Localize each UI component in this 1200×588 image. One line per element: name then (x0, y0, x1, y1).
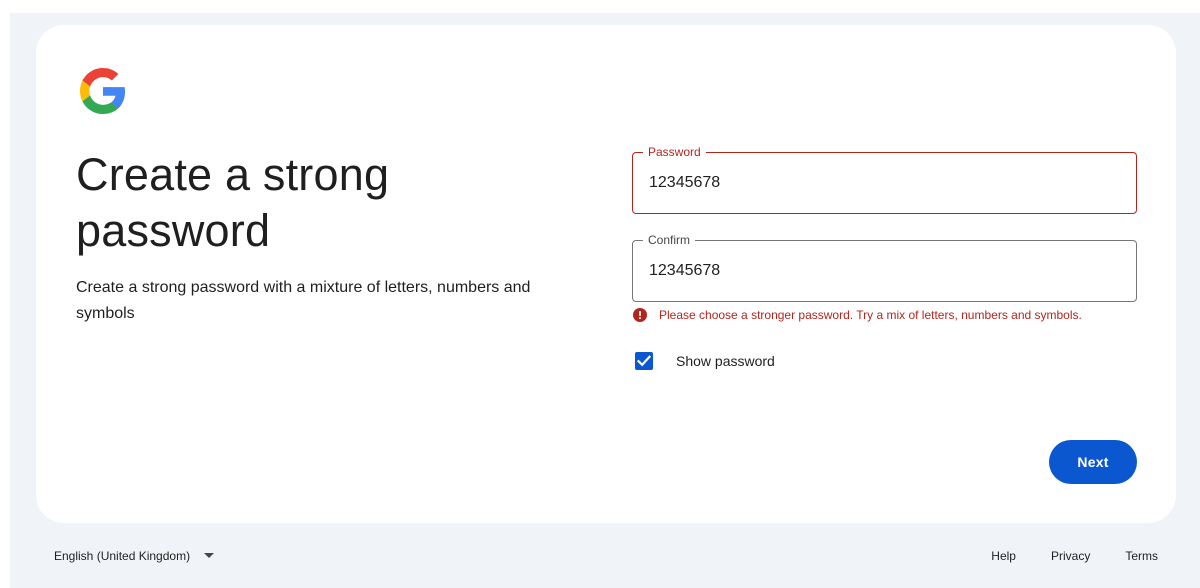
caret-down-icon (204, 553, 215, 558)
password-label: Password (643, 144, 706, 160)
confirm-input[interactable] (649, 259, 1109, 283)
help-link[interactable]: Help (991, 549, 1016, 563)
footer-links: Help Privacy Terms (956, 549, 1158, 563)
signup-card: Create a strong password Create a strong… (36, 25, 1176, 523)
google-logo-icon (80, 68, 126, 114)
show-password-toggle[interactable]: Show password (635, 352, 775, 370)
password-field[interactable]: Password (632, 144, 1137, 214)
language-label: English (United Kingdom) (54, 549, 191, 563)
page-title: Create a strong password (76, 149, 390, 256)
page-background-strip (0, 0, 1200, 588)
show-password-checkbox[interactable] (635, 352, 653, 370)
show-password-label: Show password (676, 353, 775, 369)
confirm-field[interactable]: Confirm (632, 232, 1137, 302)
privacy-link[interactable]: Privacy (1051, 549, 1090, 563)
terms-link[interactable]: Terms (1125, 549, 1158, 563)
page-subtitle: Create a strong password with a mixture … (76, 279, 531, 322)
confirm-label: Confirm (643, 232, 696, 248)
password-input[interactable] (649, 171, 1109, 195)
check-icon (637, 355, 651, 367)
error-message: Please choose a stronger password. Try a… (659, 308, 1082, 322)
language-selector[interactable]: English (United Kingdom) (54, 549, 215, 563)
footer: English (United Kingdom) Help Privacy Te… (0, 540, 1200, 576)
password-error: Please choose a stronger password. Try a… (632, 307, 1112, 323)
error-circle-icon (633, 308, 647, 322)
next-button[interactable]: Next (1049, 440, 1137, 484)
